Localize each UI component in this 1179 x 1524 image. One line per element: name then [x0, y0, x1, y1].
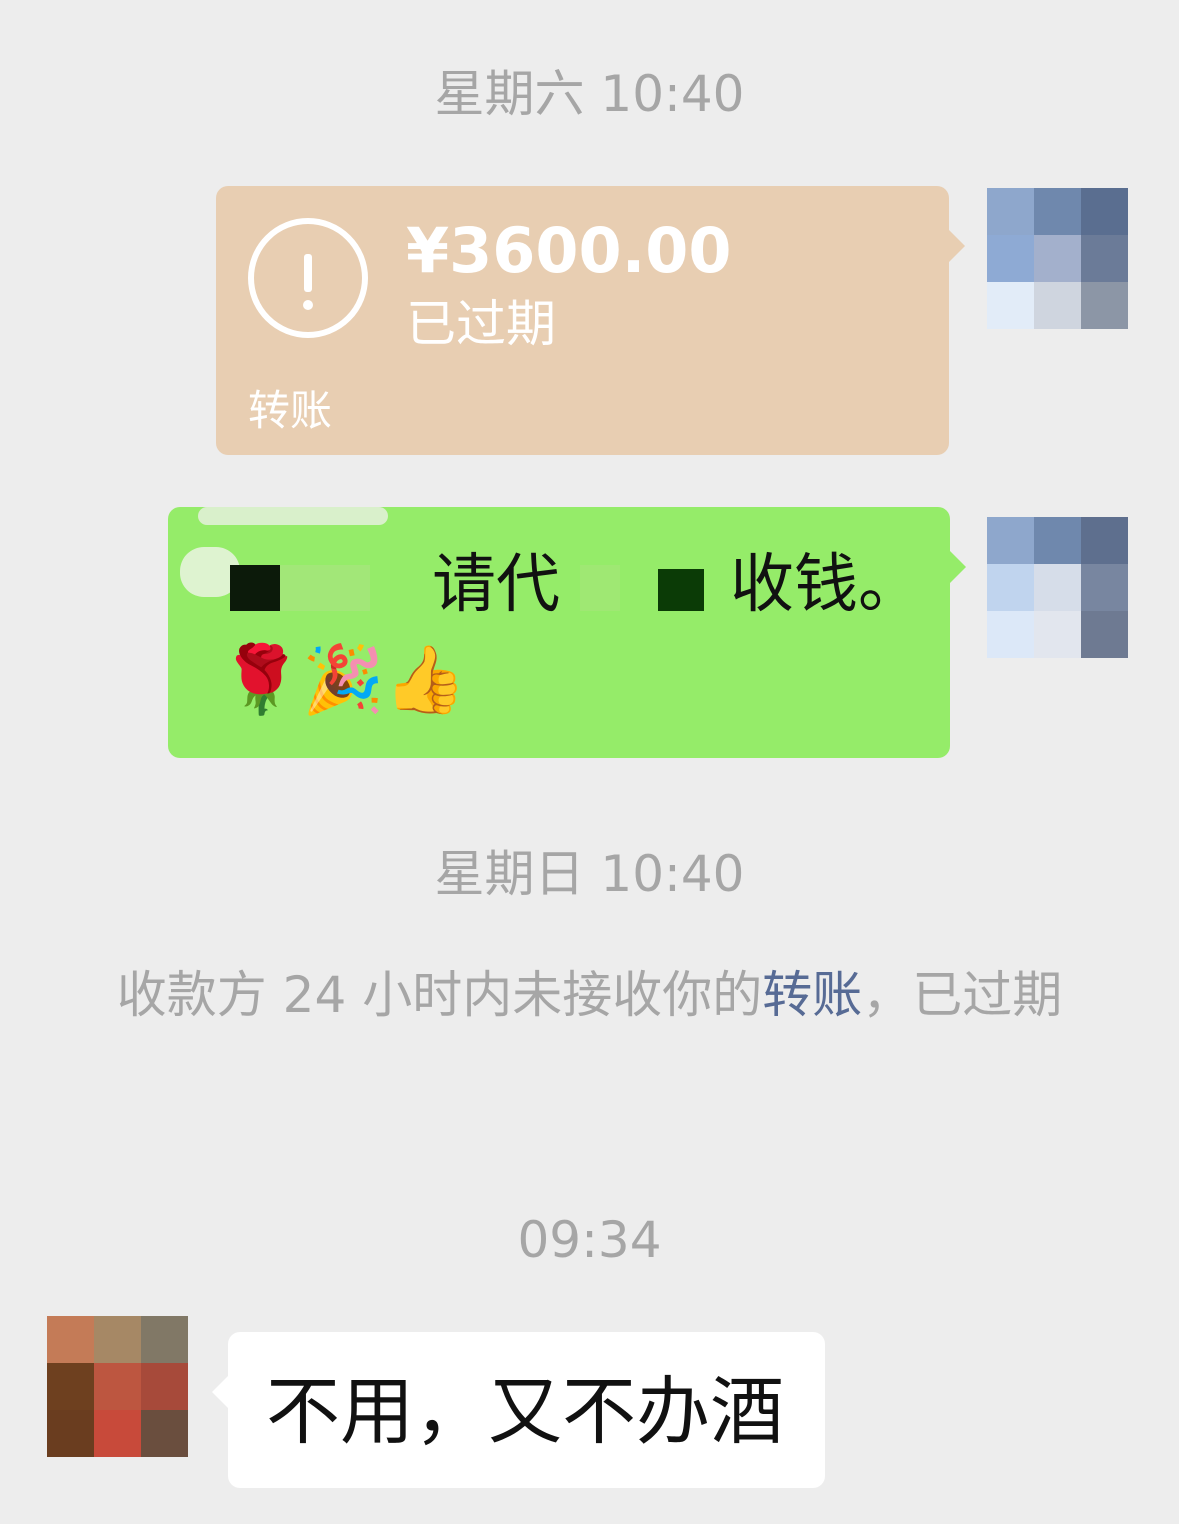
incoming-message-bubble[interactable]: 不用，又不办酒 [212, 1332, 825, 1488]
system-notice: 收款方 24 小时内未接收你的转账，已过期 [100, 950, 1079, 1040]
bubble-tail [212, 1376, 228, 1408]
timestamp-time: 09:34 [517, 1211, 662, 1269]
transfer-card[interactable]: ¥3600.00 已过期 转账 [216, 186, 965, 455]
outgoing-message-bubble[interactable]: 请代 收钱。 🌹🎉👍 [168, 507, 966, 758]
incoming-message-text: 不用，又不办酒 [266, 1369, 784, 1455]
redaction-block [230, 565, 280, 611]
bubble-tail [949, 230, 965, 262]
my-avatar[interactable] [987, 188, 1128, 329]
transfer-amount: ¥3600.00 [406, 214, 732, 287]
message-text-part-1: 请代 [432, 548, 560, 622]
contact-avatar[interactable] [47, 1316, 188, 1457]
timestamp-sunday: 星期日 10:40 [434, 845, 745, 903]
message-text-part-2: 收钱。 [730, 548, 922, 622]
my-avatar[interactable] [987, 517, 1128, 658]
bubble-tail [950, 551, 966, 583]
notice-prefix: 收款方 24 小时内未接收你的 [116, 966, 763, 1024]
transfer-label: 转账 [248, 386, 333, 435]
transfer-status: 已过期 [406, 295, 556, 353]
transfer-link[interactable]: 转账 [762, 966, 862, 1024]
exclamation-circle-icon [248, 218, 368, 338]
redaction-block [658, 569, 704, 611]
redaction-mark [198, 507, 388, 525]
emoji-row: 🌹🎉👍 [220, 641, 467, 718]
redaction-block [580, 565, 620, 611]
timestamp-saturday: 星期六 10:40 [434, 65, 745, 123]
notice-suffix: ，已过期 [862, 966, 1063, 1024]
redaction-block [280, 565, 370, 611]
